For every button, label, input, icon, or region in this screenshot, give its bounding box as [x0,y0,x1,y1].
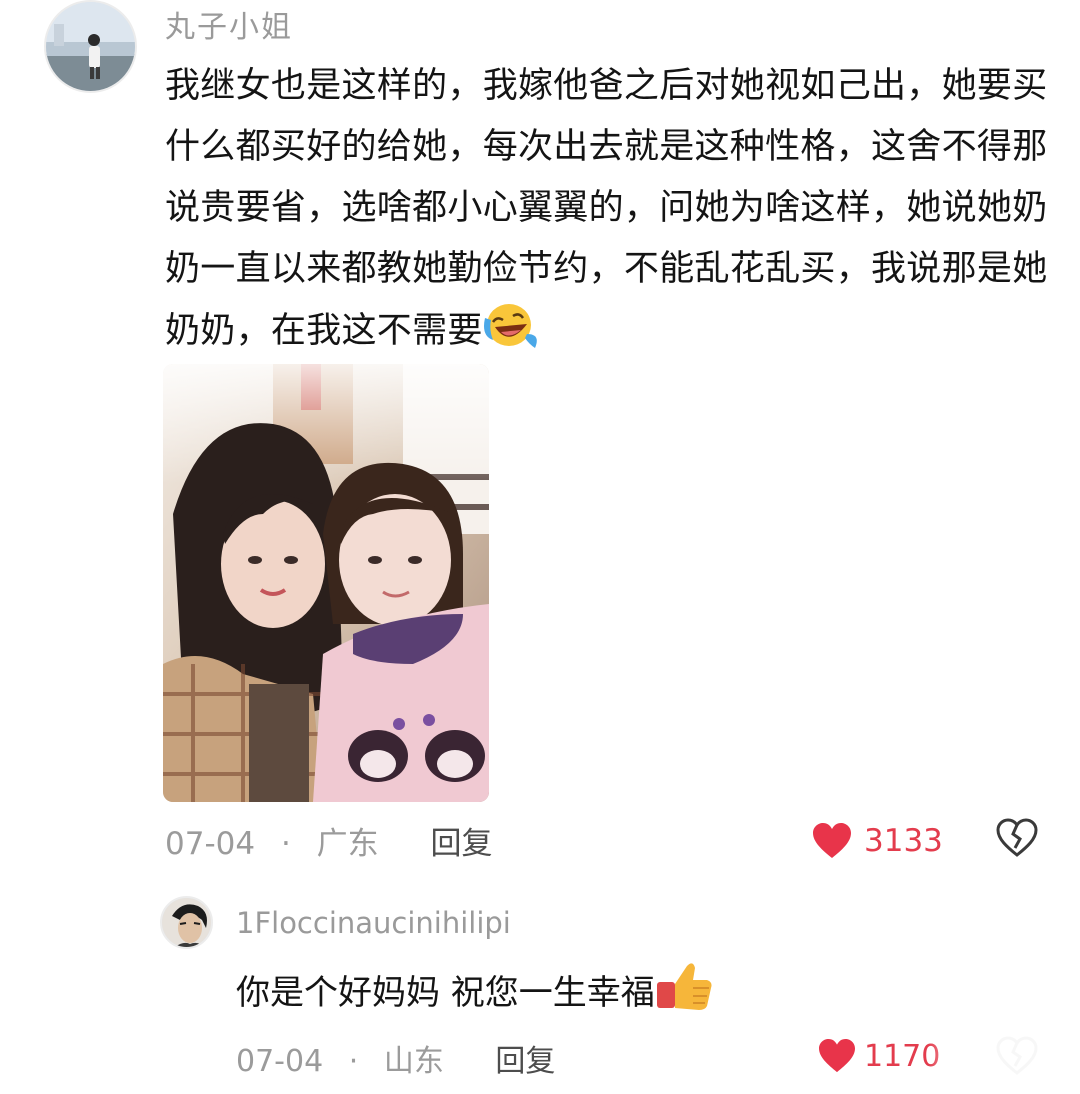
comment-username[interactable]: 丸子小姐 [165,2,293,46]
bottom-right-fade-overlay [928,1026,1080,1094]
comment-text: 你是个好妈妈 祝您一生幸福 [236,960,1056,1032]
like-button[interactable]: 1170 [818,1032,940,1080]
reply-button[interactable]: 回复 [431,818,493,863]
avatar[interactable] [44,0,137,93]
reply-button[interactable]: 回复 [495,1036,555,1080]
comment-location: 山东 [383,1044,444,1079]
comment-photo[interactable] [163,364,489,802]
comment-location: 广东 [316,826,379,862]
meta-separator: · [348,1044,359,1079]
comment-text-body: 我继女也是这样的，我嫁他爸之后对她视如己出，她要买什么都买好的给她，每次出去就是… [165,66,1048,351]
photo-image [163,364,489,802]
like-button[interactable]: 3133 [812,815,943,867]
dislike-button[interactable] [996,818,1038,862]
laughing-crying-emoji [483,300,539,370]
comment-date: 07-04 [236,1044,324,1079]
like-count: 3133 [864,823,943,859]
broken-heart-icon [996,818,1038,857]
meta-separator: · [280,826,291,862]
avatar[interactable] [160,896,213,949]
heart-icon [819,1038,855,1073]
heart-icon [813,823,851,858]
comment-text: 我继女也是这样的，我嫁他爸之后对她视如己出，她要买什么都买好的给她，每次出去就是… [165,56,1053,370]
avatar-image [162,898,211,947]
avatar-image [46,2,135,91]
comment-date: 07-04 [165,826,256,862]
comment-meta: 07-04 · 山东 回复 [236,1036,555,1080]
comment-text-body: 你是个好妈妈 祝您一生幸福 [236,973,655,1013]
comment-meta: 07-04 · 广东 回复 [165,818,493,863]
thumbs-up-emoji [655,960,713,1032]
comment-username[interactable]: 1Floccinaucinihilipi [236,906,511,940]
